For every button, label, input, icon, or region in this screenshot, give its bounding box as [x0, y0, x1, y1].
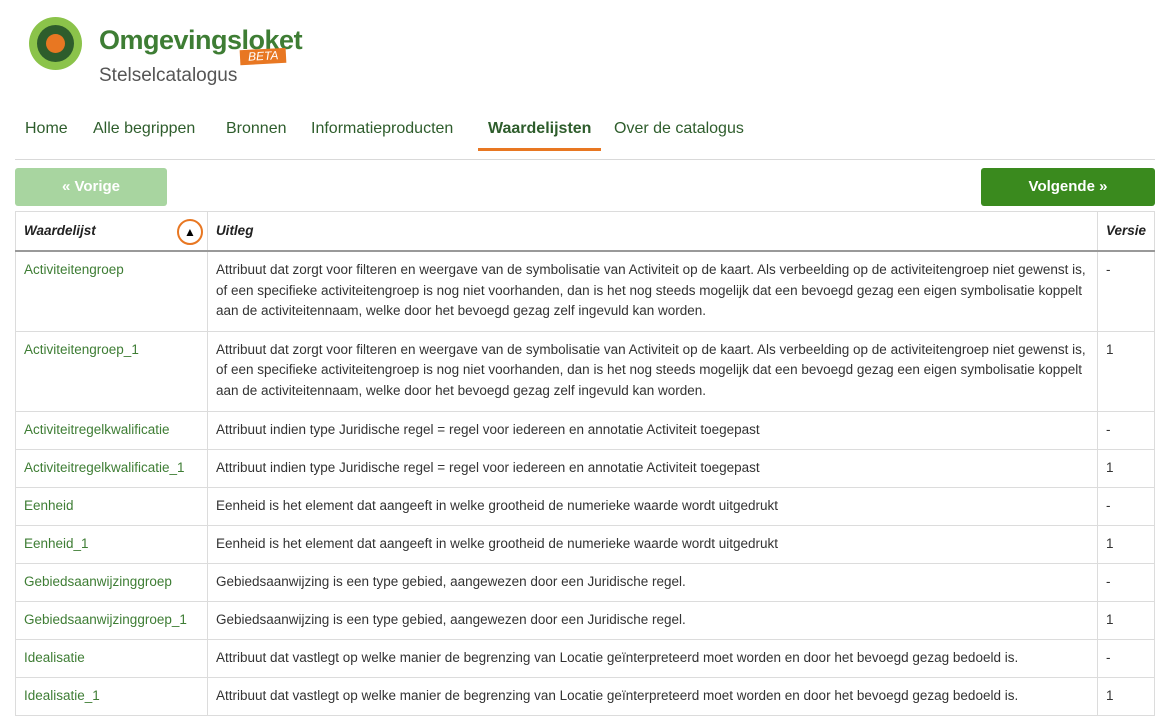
column-header-versie[interactable]: Versie [1096, 211, 1156, 252]
nav-waardelijsten[interactable]: Waardelijsten [478, 110, 602, 151]
table-row: Idealisatie_1 Attribuut dat vastlegt op … [15, 676, 1156, 716]
waardelijst-link[interactable]: Activiteitengroep [15, 250, 208, 332]
table-row: Activiteitengroep_1 Attribuut dat zorgt … [15, 330, 1156, 412]
sort-ascending-icon[interactable]: ▲ [177, 219, 203, 245]
logo-dot [46, 34, 65, 53]
previous-page-button[interactable]: « Vorige [15, 168, 167, 206]
waardelijst-link[interactable]: Activiteitengroep_1 [15, 330, 208, 412]
uitleg-cell: Attribuut indien type Juridische regel =… [206, 410, 1098, 450]
waardelijst-link[interactable]: Gebiedsaanwijzinggroep_1 [15, 600, 208, 640]
versie-cell: 1 [1096, 600, 1156, 640]
uitleg-cell: Attribuut dat vastlegt op welke manier d… [206, 638, 1098, 678]
waardelijst-link[interactable]: Gebiedsaanwijzinggroep [15, 562, 208, 602]
versie-cell: - [1096, 250, 1156, 332]
main-navigation: Home Alle begrippen Bronnen Informatiepr… [15, 110, 1155, 160]
table-row: Activiteitengroep Attribuut dat zorgt vo… [15, 250, 1156, 332]
nav-home[interactable]: Home [15, 110, 78, 151]
table-row: Gebiedsaanwijzinggroep_1 Gebiedsaanwijzi… [15, 600, 1156, 640]
next-page-button[interactable]: Volgende » [981, 168, 1155, 206]
waardelijst-link[interactable]: Eenheid_1 [15, 524, 208, 564]
waardelijst-link[interactable]: Eenheid [15, 486, 208, 526]
table-row: Idealisatie Attribuut dat vastlegt op we… [15, 638, 1156, 678]
table-row: Activiteitregelkwalificatie Attribuut in… [15, 410, 1156, 450]
table-header-row: Waardelijst ▲ Uitleg Versie [15, 211, 1156, 252]
uitleg-cell: Eenheid is het element dat aangeeft in w… [206, 486, 1098, 526]
uitleg-cell: Gebiedsaanwijzing is een type gebied, aa… [206, 562, 1098, 602]
waardelijst-link[interactable]: Activiteitregelkwalificatie [15, 410, 208, 450]
versie-cell: - [1096, 562, 1156, 602]
waardelijsten-table: Waardelijst ▲ Uitleg Versie Activiteiten… [15, 211, 1156, 716]
uitleg-cell: Attribuut indien type Juridische regel =… [206, 448, 1098, 488]
versie-cell: 1 [1096, 330, 1156, 412]
waardelijst-link[interactable]: Activiteitregelkwalificatie_1 [15, 448, 208, 488]
nav-bronnen[interactable]: Bronnen [216, 110, 297, 151]
table-row: Activiteitregelkwalificatie_1 Attribuut … [15, 448, 1156, 488]
nav-informatieproducten[interactable]: Informatieproducten [301, 110, 463, 151]
versie-cell: 1 [1096, 524, 1156, 564]
versie-cell: 1 [1096, 676, 1156, 716]
uitleg-cell: Attribuut dat zorgt voor filteren en wee… [206, 330, 1098, 412]
uitleg-cell: Attribuut dat vastlegt op welke manier d… [206, 676, 1098, 716]
versie-cell: 1 [1096, 448, 1156, 488]
nav-over-de-catalogus[interactable]: Over de catalogus [604, 110, 754, 151]
waardelijst-link[interactable]: Idealisatie [15, 638, 208, 678]
uitleg-cell: Gebiedsaanwijzing is een type gebied, aa… [206, 600, 1098, 640]
beta-badge: BETA [239, 47, 287, 66]
omgevingsloket-logo-icon[interactable] [29, 17, 82, 70]
table-row: Eenheid_1 Eenheid is het element dat aan… [15, 524, 1156, 564]
table-row: Eenheid Eenheid is het element dat aange… [15, 486, 1156, 526]
column-header-waardelijst[interactable]: Waardelijst ▲ [15, 211, 208, 252]
column-header-label: Waardelijst [24, 223, 96, 238]
versie-cell: - [1096, 638, 1156, 678]
versie-cell: - [1096, 486, 1156, 526]
waardelijst-link[interactable]: Idealisatie_1 [15, 676, 208, 716]
column-header-uitleg[interactable]: Uitleg [206, 211, 1098, 252]
nav-alle-begrippen[interactable]: Alle begrippen [83, 110, 205, 151]
table-row: Gebiedsaanwijzinggroep Gebiedsaanwijzing… [15, 562, 1156, 602]
uitleg-cell: Eenheid is het element dat aangeeft in w… [206, 524, 1098, 564]
site-header: Omgevingsloket BETA Stelselcatalogus [0, 0, 1171, 100]
uitleg-cell: Attribuut dat zorgt voor filteren en wee… [206, 250, 1098, 332]
site-subtitle: Stelselcatalogus [99, 65, 238, 86]
versie-cell: - [1096, 410, 1156, 450]
